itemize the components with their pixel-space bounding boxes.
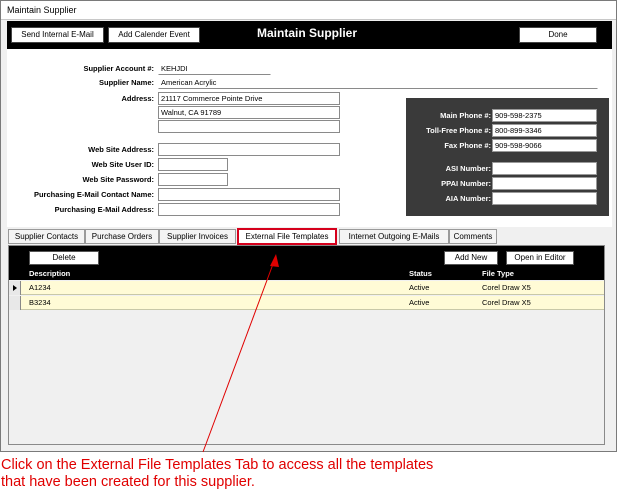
annotation-line-1: Click on the External File Templates Tab… bbox=[1, 457, 434, 473]
annotation-text: Click on the External File Templates Tab… bbox=[1, 457, 561, 491]
annotation-line-2: that have been created for this supplier… bbox=[1, 474, 255, 490]
annotation-arrow bbox=[202, 254, 279, 453]
